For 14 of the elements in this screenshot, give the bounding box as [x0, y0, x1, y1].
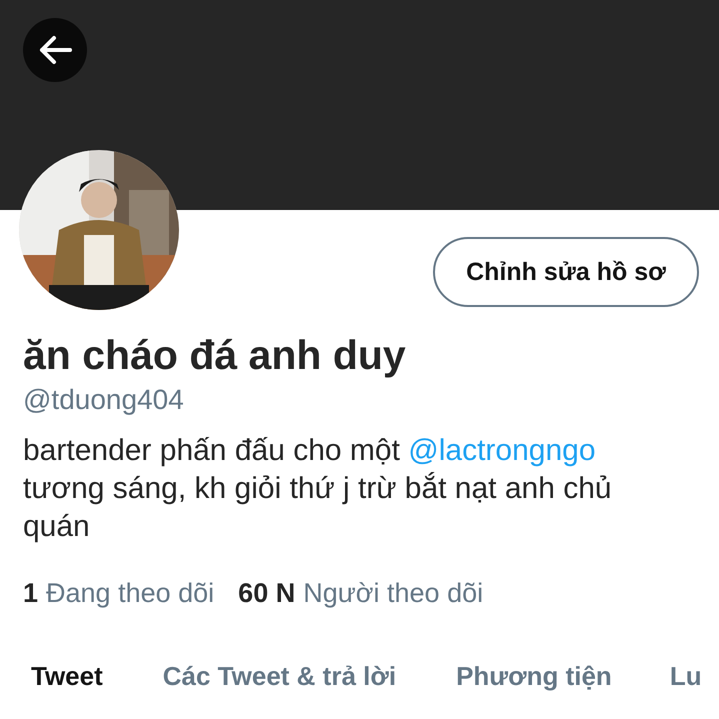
username: @tduong404: [23, 383, 185, 417]
profile-tab[interactable]: Lu: [642, 658, 702, 694]
profile-tab[interactable]: Các Tweet & trả lời: [132, 658, 426, 694]
stat-label[interactable]: Người theo dõi: [303, 576, 484, 610]
profile-tab[interactable]: Phương tiện: [426, 658, 642, 694]
stat-count[interactable]: 60 N: [238, 576, 296, 610]
profile-tab[interactable]: Tweet: [0, 658, 133, 694]
stat-count[interactable]: 1: [23, 576, 38, 610]
edit-profile-button[interactable]: Chỉnh sửa hồ sơ: [433, 237, 699, 307]
display-name: ăn cháo đá anh duy: [23, 332, 407, 378]
back-arrow-icon: [38, 35, 72, 65]
mention-link[interactable]: @lactrongngo: [408, 434, 596, 467]
stat-label[interactable]: Đang theo dõi: [46, 576, 214, 610]
bio-text: bartender phấn đấu cho một @lactrongngo tương sáng, kh giỏi thứ j trừ bắt nạt anh chủ quán: [23, 433, 613, 545]
